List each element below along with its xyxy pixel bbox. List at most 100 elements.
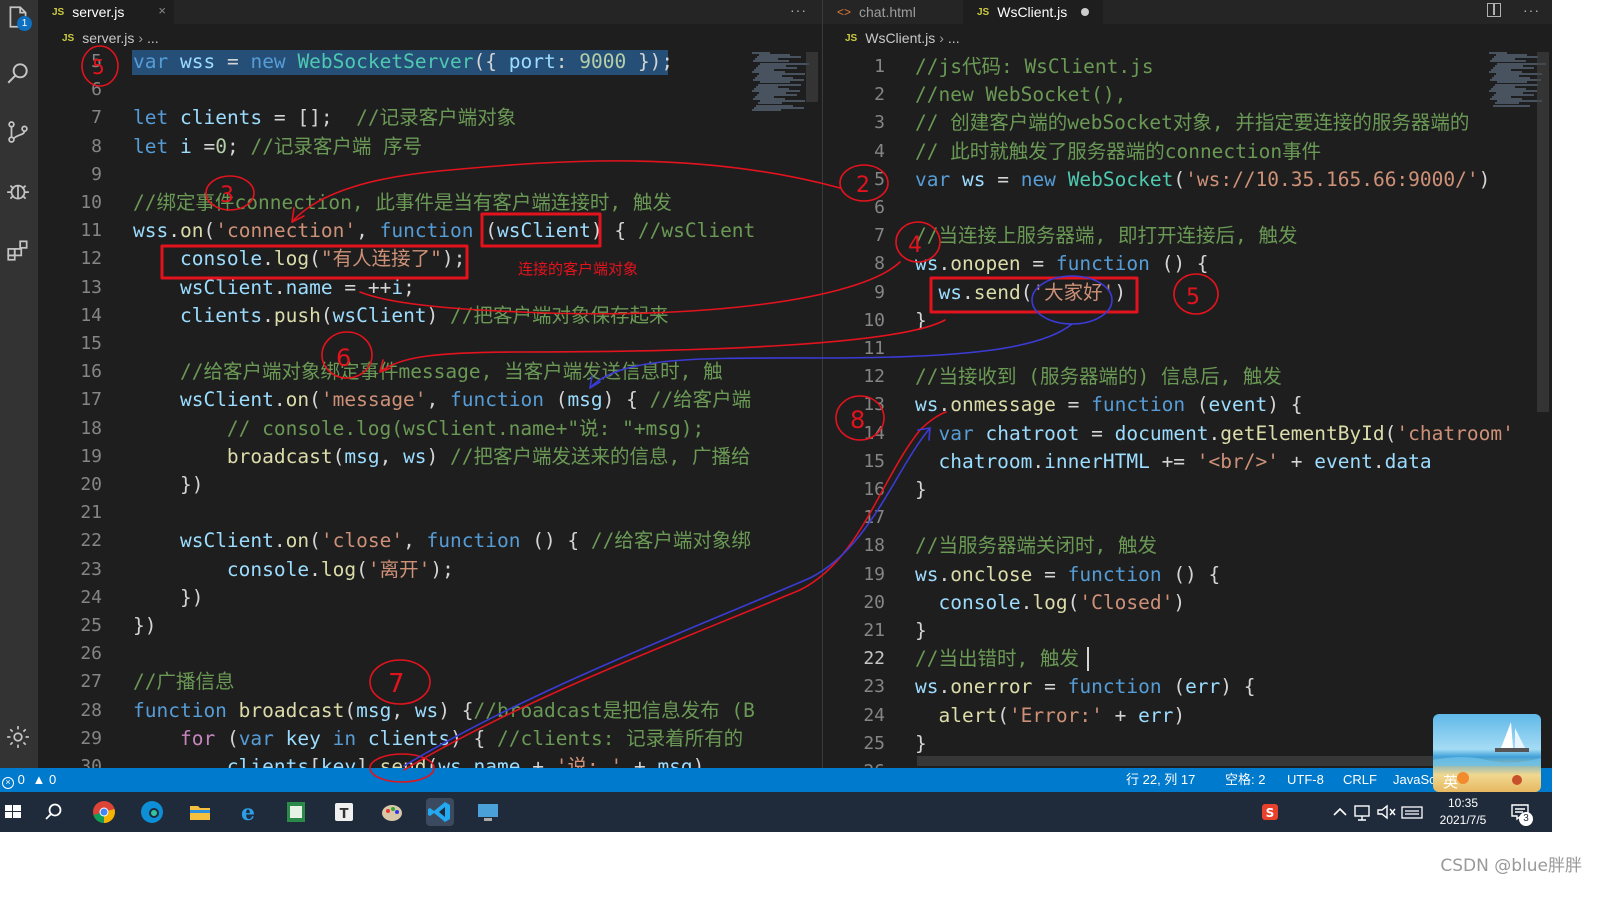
code-line[interactable]: console.log("有人连接了"); bbox=[133, 245, 465, 273]
search-icon[interactable] bbox=[40, 798, 68, 826]
app-calendar-icon[interactable] bbox=[282, 798, 310, 826]
edge-icon[interactable] bbox=[138, 798, 166, 826]
typora-icon[interactable]: T bbox=[330, 798, 358, 826]
notifications-icon[interactable]: 3 bbox=[1506, 798, 1534, 826]
line-number[interactable]: 29 bbox=[46, 725, 102, 753]
line-number[interactable]: 20 bbox=[46, 471, 102, 499]
code-line[interactable]: //绑定事件connection, 此事件是当有客户端连接时, 触发 bbox=[133, 189, 672, 217]
line-number[interactable]: 25 bbox=[46, 612, 102, 640]
settings-gear-icon[interactable] bbox=[3, 722, 33, 752]
line-number[interactable]: 25 bbox=[829, 730, 885, 758]
line-number[interactable]: 19 bbox=[829, 561, 885, 589]
file-explorer-icon[interactable] bbox=[186, 798, 214, 826]
debug-icon[interactable] bbox=[3, 176, 33, 206]
breadcrumb-symbol[interactable]: ... bbox=[948, 30, 960, 46]
line-number[interactable]: 23 bbox=[46, 556, 102, 584]
internet-explorer-icon[interactable]: e bbox=[234, 798, 262, 826]
line-number[interactable]: 15 bbox=[829, 448, 885, 476]
line-number[interactable]: 11 bbox=[829, 335, 885, 363]
line-number[interactable]: 17 bbox=[46, 386, 102, 414]
line-number[interactable]: 9 bbox=[829, 279, 885, 307]
explorer-icon[interactable]: 1 bbox=[3, 2, 33, 32]
line-number[interactable]: 30 bbox=[46, 753, 102, 768]
language-mode[interactable]: JavaSc bbox=[1393, 768, 1436, 792]
system-clock[interactable]: 10:35 2021/7/5 bbox=[1432, 795, 1494, 829]
ime-widget[interactable]: 英 bbox=[1433, 714, 1541, 792]
code-line[interactable]: alert('Error:' + err) bbox=[915, 702, 1185, 730]
line-number[interactable]: 8 bbox=[829, 250, 885, 278]
code-line[interactable]: } bbox=[915, 476, 927, 504]
code-line[interactable]: }) bbox=[133, 584, 204, 612]
line-number[interactable]: 23 bbox=[829, 673, 885, 701]
code-line[interactable]: var wss = new WebSocketServer({ port: 90… bbox=[133, 48, 673, 76]
line-number[interactable]: 18 bbox=[46, 415, 102, 443]
line-number[interactable]: 17 bbox=[829, 504, 885, 532]
encoding[interactable]: UTF-8 bbox=[1287, 768, 1324, 792]
code-line[interactable]: ws.onerror = function (err) { bbox=[915, 673, 1256, 701]
more-actions-button[interactable]: ··· bbox=[1523, 2, 1540, 18]
line-number[interactable]: 9 bbox=[46, 161, 102, 189]
line-number[interactable]: 26 bbox=[46, 640, 102, 668]
code-line[interactable]: wss.on('connection', function (wsClient)… bbox=[133, 217, 755, 245]
code-line[interactable]: ws.onopen = function () { bbox=[915, 250, 1209, 278]
line-number[interactable]: 24 bbox=[829, 702, 885, 730]
code-line[interactable]: ws.onclose = function () { bbox=[915, 561, 1220, 589]
code-line[interactable]: let i =0; //记录客户端 序号 bbox=[133, 133, 422, 161]
line-number[interactable]: 3 bbox=[829, 109, 885, 137]
breadcrumb-file[interactable]: server.js bbox=[82, 30, 134, 46]
source-control-icon[interactable] bbox=[3, 117, 33, 147]
line-number[interactable]: 7 bbox=[829, 222, 885, 250]
line-number[interactable]: 10 bbox=[829, 307, 885, 335]
code-line[interactable]: //js代码: WsClient.js bbox=[915, 53, 1154, 81]
code-line[interactable]: ws.onmessage = function (event) { bbox=[915, 391, 1302, 419]
line-number[interactable]: 21 bbox=[46, 499, 102, 527]
code-line[interactable]: // 创建客户端的webSocket对象, 并指定要连接的服务器端的 bbox=[915, 109, 1469, 137]
code-line[interactable]: wsClient.name = ++i; bbox=[133, 274, 415, 302]
line-number[interactable]: 14 bbox=[829, 420, 885, 448]
remote-desktop-icon[interactable] bbox=[474, 798, 502, 826]
code-line[interactable]: wsClient.on('close', function () { //给客户… bbox=[133, 527, 751, 555]
line-number[interactable]: 15 bbox=[46, 330, 102, 358]
unsaved-dot-icon[interactable] bbox=[1081, 8, 1089, 16]
code-line[interactable]: //new WebSocket(), bbox=[915, 81, 1126, 109]
code-line[interactable]: broadcast(msg, ws) //把客户端发送来的信息, 广播给 bbox=[133, 443, 751, 471]
vscode-icon[interactable] bbox=[426, 798, 454, 826]
line-number[interactable]: 21 bbox=[829, 617, 885, 645]
line-number[interactable]: 8 bbox=[46, 133, 102, 161]
extensions-icon[interactable] bbox=[3, 235, 33, 265]
problems-indicator[interactable]: × 0 ▲ 0 bbox=[2, 768, 56, 792]
close-icon[interactable]: × bbox=[158, 3, 166, 18]
more-actions-button[interactable]: ··· bbox=[790, 2, 807, 18]
code-line[interactable]: // 此时就触发了服务器端的connection事件 bbox=[915, 138, 1321, 166]
line-number[interactable]: 26 bbox=[829, 758, 885, 768]
chrome-icon[interactable] bbox=[90, 798, 118, 826]
line-number[interactable]: 28 bbox=[46, 697, 102, 725]
volume-muted-icon[interactable] bbox=[1372, 798, 1400, 826]
code-line[interactable]: var ws = new WebSocket('ws://10.35.165.6… bbox=[915, 166, 1490, 194]
line-number[interactable]: 24 bbox=[46, 584, 102, 612]
line-number[interactable]: 7 bbox=[46, 104, 102, 132]
search-icon[interactable] bbox=[3, 58, 33, 88]
line-endings[interactable]: CRLF bbox=[1343, 768, 1377, 792]
line-number[interactable]: 22 bbox=[46, 527, 102, 555]
tab-server-js[interactable]: JS server.js × bbox=[38, 0, 174, 24]
minimap[interactable] bbox=[752, 52, 810, 112]
code-line[interactable]: // console.log(wsClient.name+"说: "+msg); bbox=[133, 415, 704, 443]
line-number[interactable]: 5 bbox=[829, 166, 885, 194]
line-number[interactable]: 6 bbox=[46, 76, 102, 104]
code-line[interactable]: } bbox=[915, 307, 927, 335]
vertical-scrollbar[interactable] bbox=[1537, 52, 1549, 412]
code-line[interactable]: //当服务器端关闭时, 触发 bbox=[915, 532, 1157, 560]
horizontal-scrollbar[interactable] bbox=[917, 756, 1517, 766]
cursor-position[interactable]: 行 22, 列 17 bbox=[1126, 768, 1195, 792]
line-number[interactable]: 13 bbox=[829, 391, 885, 419]
line-number[interactable]: 18 bbox=[829, 532, 885, 560]
line-number[interactable]: 16 bbox=[829, 476, 885, 504]
code-line[interactable]: wsClient.on('message', function (msg) { … bbox=[133, 386, 751, 414]
tab-chat-html[interactable]: <> chat.html bbox=[823, 0, 963, 24]
keyboard-icon[interactable] bbox=[1398, 798, 1426, 826]
line-number[interactable]: 2 bbox=[829, 81, 885, 109]
code-line[interactable]: }) bbox=[133, 612, 156, 640]
line-number[interactable]: 6 bbox=[829, 194, 885, 222]
paint-icon[interactable] bbox=[378, 798, 406, 826]
